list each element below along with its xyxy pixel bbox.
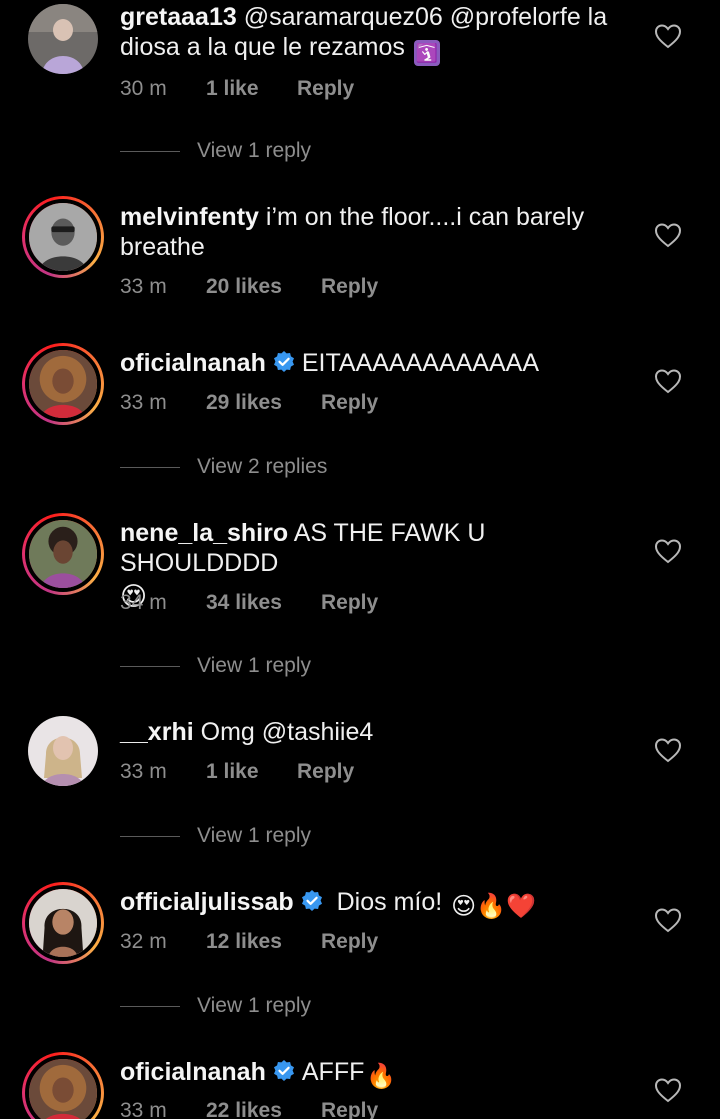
comment-text: gretaaa13 @saramarquez06 @profelorfe la … bbox=[120, 2, 635, 66]
reply-button[interactable]: Reply bbox=[321, 275, 378, 299]
avatar-image bbox=[29, 1059, 97, 1119]
username[interactable]: __xrhi bbox=[120, 718, 194, 746]
comment-body: Omg @tashiie4 bbox=[193, 718, 374, 746]
comment-body: EITAAAAAAAAAAAA bbox=[301, 349, 540, 377]
comment-text: oficialnanah AFFF🔥 bbox=[120, 1057, 635, 1092]
avatar[interactable] bbox=[28, 716, 98, 786]
timestamp: 33 m bbox=[120, 391, 167, 414]
divider bbox=[120, 665, 180, 667]
likes-count[interactable]: 1 like bbox=[206, 760, 297, 784]
username[interactable]: oficialnanah bbox=[120, 1058, 266, 1086]
avatar[interactable] bbox=[22, 513, 104, 595]
username[interactable]: gretaaa13 bbox=[120, 3, 237, 31]
verified-badge-icon bbox=[301, 890, 322, 911]
avatar-image bbox=[28, 716, 98, 786]
username[interactable]: melvinfenty bbox=[120, 203, 259, 231]
comment-meta: 33 m 29 likes Reply bbox=[120, 391, 378, 415]
heart-icon[interactable] bbox=[654, 538, 682, 564]
comment-body: AFFF bbox=[301, 1058, 365, 1086]
username[interactable]: officialjulissab bbox=[120, 888, 294, 916]
comment-meta: 30 m 1 like Reply bbox=[120, 77, 354, 101]
emoji-group: 😍🔥❤️ bbox=[451, 893, 536, 920]
avatar[interactable] bbox=[22, 196, 104, 278]
heart-icon[interactable] bbox=[654, 737, 682, 763]
comment-text: melvinfenty i’m on the floor....i can ba… bbox=[120, 202, 635, 262]
comment-text: oficialnanah EITAAAAAAAAAAAA bbox=[120, 348, 635, 378]
reply-button[interactable]: Reply bbox=[297, 77, 354, 101]
timestamp: 33 m bbox=[120, 1099, 167, 1119]
heart-icon[interactable] bbox=[654, 368, 682, 394]
comment-body: Dios mío! bbox=[329, 888, 450, 916]
avatar-image bbox=[29, 520, 97, 588]
reply-button[interactable]: Reply bbox=[321, 591, 378, 615]
divider bbox=[120, 150, 180, 152]
heart-icon[interactable] bbox=[654, 907, 682, 933]
reply-button[interactable]: Reply bbox=[321, 391, 378, 415]
likes-count[interactable]: 1 like bbox=[206, 77, 297, 101]
avatar-image bbox=[29, 889, 97, 957]
view-replies-button[interactable]: View 1 reply bbox=[120, 139, 311, 163]
comment-text: officialjulissab Dios mío! 😍🔥❤️ bbox=[120, 887, 635, 922]
timestamp: 32 m bbox=[120, 930, 167, 953]
reply-button[interactable]: Reply bbox=[321, 1099, 378, 1119]
comment-meta: 32 m 12 likes Reply bbox=[120, 930, 378, 954]
heart-icon[interactable] bbox=[654, 23, 682, 49]
divider bbox=[120, 466, 180, 468]
timestamp: 34 m bbox=[120, 591, 167, 614]
username[interactable]: nene_la_shiro bbox=[120, 519, 288, 547]
view-replies-button[interactable]: View 1 reply bbox=[120, 824, 311, 848]
view-replies-label: View 1 reply bbox=[197, 824, 312, 847]
reply-button[interactable]: Reply bbox=[321, 930, 378, 954]
verified-badge-icon bbox=[273, 1060, 294, 1081]
avatar-image bbox=[29, 203, 97, 271]
verified-badge-icon bbox=[273, 351, 294, 372]
heart-icon[interactable] bbox=[654, 222, 682, 248]
reply-button[interactable]: Reply bbox=[297, 760, 354, 784]
comment-meta: 34 m 34 likes Reply bbox=[120, 591, 378, 615]
likes-count[interactable]: 20 likes bbox=[206, 275, 321, 299]
divider bbox=[120, 835, 180, 837]
avatar[interactable] bbox=[22, 882, 104, 964]
comment-meta: 33 m 1 like Reply bbox=[120, 760, 354, 784]
fire-emoji: 🔥 bbox=[366, 1063, 397, 1090]
divider bbox=[120, 1005, 180, 1007]
avatar-image bbox=[29, 350, 97, 418]
timestamp: 33 m bbox=[120, 275, 167, 298]
view-replies-button[interactable]: View 1 reply bbox=[120, 994, 311, 1018]
view-replies-button[interactable]: View 2 replies bbox=[120, 455, 327, 479]
comment-meta: 33 m 20 likes Reply bbox=[120, 275, 378, 299]
avatar[interactable] bbox=[22, 1052, 104, 1119]
comment-text: __xrhi Omg @tashiie4 bbox=[120, 717, 635, 747]
place-of-worship-emoji: 🛐 bbox=[413, 40, 440, 66]
view-replies-label: View 1 reply bbox=[197, 654, 312, 677]
timestamp: 33 m bbox=[120, 760, 167, 783]
username[interactable]: oficialnanah bbox=[120, 349, 266, 377]
avatar-image bbox=[28, 4, 98, 74]
likes-count[interactable]: 22 likes bbox=[206, 1099, 321, 1119]
avatar[interactable] bbox=[22, 343, 104, 425]
likes-count[interactable]: 29 likes bbox=[206, 391, 321, 415]
heart-icon[interactable] bbox=[654, 1077, 682, 1103]
avatar[interactable] bbox=[28, 4, 98, 74]
comment-meta: 33 m 22 likes Reply bbox=[120, 1099, 378, 1119]
view-replies-button[interactable]: View 1 reply bbox=[120, 654, 311, 678]
timestamp: 30 m bbox=[120, 77, 167, 100]
view-replies-label: View 1 reply bbox=[197, 994, 312, 1017]
likes-count[interactable]: 12 likes bbox=[206, 930, 321, 954]
view-replies-label: View 1 reply bbox=[197, 139, 312, 162]
view-replies-label: View 2 replies bbox=[197, 455, 328, 478]
likes-count[interactable]: 34 likes bbox=[206, 591, 321, 615]
